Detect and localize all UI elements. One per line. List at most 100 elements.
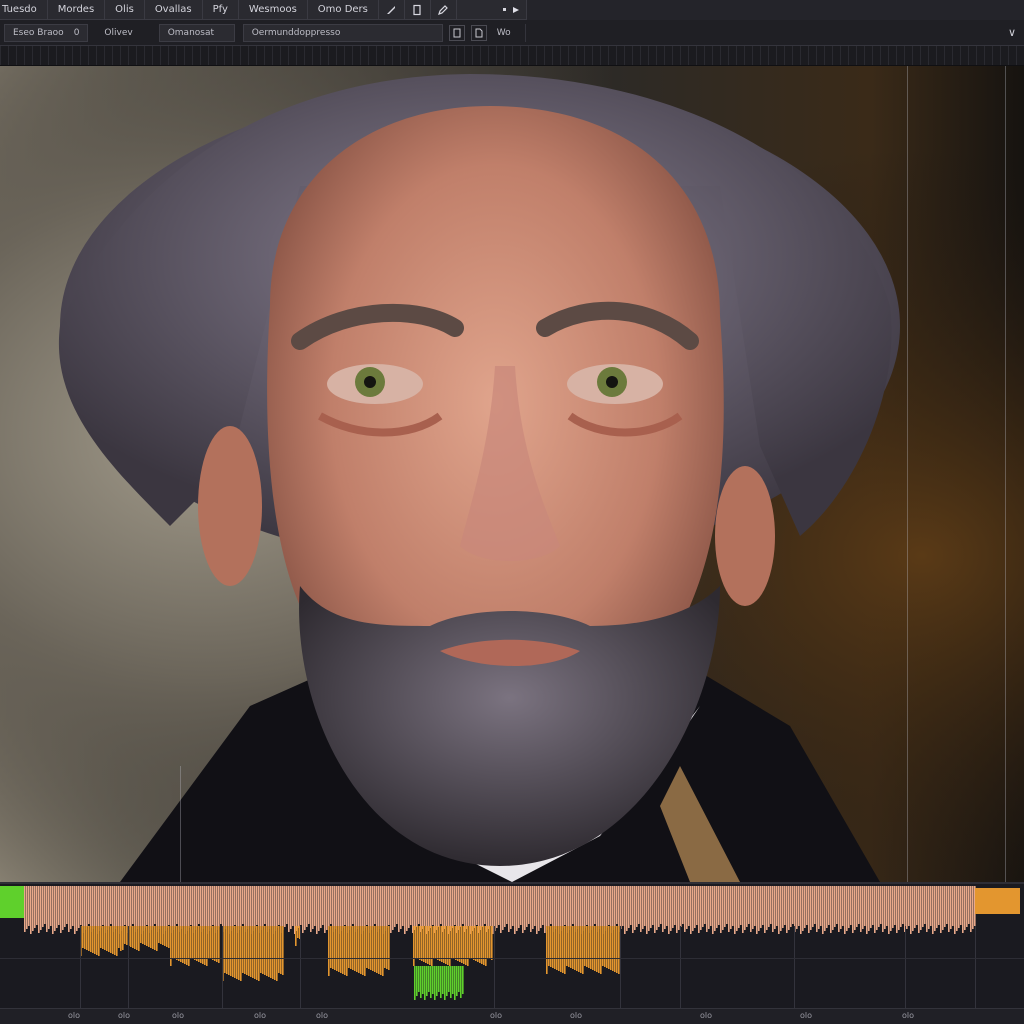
waveform-peak-bar bbox=[356, 886, 358, 929]
waveform-peak-bar bbox=[278, 886, 280, 925]
waveform-mid-bar bbox=[152, 926, 154, 949]
waveform-peak-bar bbox=[958, 886, 960, 928]
waveform-peak-bar bbox=[252, 886, 254, 931]
menu-item-5[interactable]: Pfy bbox=[203, 0, 239, 20]
waveform-peak-bar bbox=[956, 886, 958, 931]
menubar-filler bbox=[526, 0, 1024, 20]
waveform-peak-bar bbox=[336, 886, 338, 926]
waveform-peak-bar bbox=[568, 886, 570, 930]
waveform-peak-bar bbox=[332, 886, 334, 932]
waveform-peak-bar bbox=[346, 886, 348, 933]
menu-item-6[interactable]: Wesmoos bbox=[239, 0, 308, 20]
waveform-peak-bar bbox=[170, 886, 172, 933]
menu-item-4[interactable]: Ovallas bbox=[145, 0, 203, 20]
toolbar-field-3[interactable]: Omanosat bbox=[158, 23, 235, 42]
waveform-peak-bar bbox=[930, 886, 932, 926]
waveform-peak-bar bbox=[790, 886, 792, 927]
waveform-peak-bar bbox=[498, 886, 500, 925]
waveform-peak-bar bbox=[876, 886, 878, 930]
waveform-peak-bar bbox=[520, 886, 522, 925]
waveform-peak-bar bbox=[504, 886, 506, 927]
menu-item-3[interactable]: Olis bbox=[105, 0, 145, 20]
waveform-mid-bar bbox=[467, 926, 469, 966]
waveform-peak-bar bbox=[44, 886, 46, 924]
chevron-down-icon[interactable]: ∨ bbox=[1000, 20, 1024, 46]
waveform-peak-bar bbox=[248, 886, 250, 926]
frame-icon[interactable] bbox=[448, 24, 465, 41]
waveform-mid-bar bbox=[272, 926, 274, 979]
waveform-mid-bar bbox=[212, 926, 214, 960]
waveform-mid-bar bbox=[457, 926, 459, 961]
waveform-peak-bar bbox=[324, 886, 326, 933]
waveform-peak-bar bbox=[784, 886, 786, 925]
waveform-peak-bar bbox=[270, 886, 272, 926]
image-viewer[interactable] bbox=[0, 66, 1024, 882]
waveform-peak-bar bbox=[682, 886, 684, 924]
waveform-peak-bar bbox=[642, 886, 644, 929]
waveform-peak-bar bbox=[904, 886, 906, 932]
waveform-mid-bar bbox=[447, 926, 449, 965]
waveform-peak-bar bbox=[742, 886, 744, 933]
waveform-peak-bar bbox=[478, 886, 480, 933]
waveform-mid-bar bbox=[473, 926, 475, 960]
waveform-mid-bar bbox=[230, 926, 232, 976]
waveform-peak-bar bbox=[196, 886, 198, 927]
waveform-peak-bar bbox=[750, 886, 752, 932]
waveform-peak-bar bbox=[292, 886, 294, 926]
waveform-mid-bar bbox=[110, 926, 112, 953]
waveform-peak-bar bbox=[90, 886, 92, 932]
waveform-peak-bar bbox=[868, 886, 870, 931]
waveform-peak-bar bbox=[132, 886, 134, 924]
waveform-peak-bar bbox=[246, 886, 248, 929]
toolbar-field-1-suffix: 0 bbox=[73, 27, 80, 38]
toolbar-icon-label[interactable]: Wo bbox=[491, 28, 517, 38]
waveform-mid-bar bbox=[342, 926, 344, 974]
waveform-peak-bar bbox=[192, 886, 194, 933]
waveform-timeline[interactable] bbox=[0, 882, 1024, 1010]
waveform-peak-bar bbox=[644, 886, 646, 926]
waveform-peak-bar bbox=[726, 886, 728, 924]
waveform-peak-bar bbox=[124, 886, 126, 925]
waveform-peak-bar bbox=[972, 886, 974, 929]
waveform-peak-bar bbox=[64, 886, 66, 927]
waveform-peak-bar bbox=[676, 886, 678, 933]
waveform-mid-bar bbox=[88, 926, 90, 951]
waveform-peak-bar bbox=[442, 886, 444, 932]
waveform-peak-bar bbox=[352, 886, 354, 924]
waveform-mid-bar bbox=[364, 926, 366, 976]
brush-icon[interactable] bbox=[379, 0, 405, 20]
timeline-tick-label: olo bbox=[316, 1011, 329, 1020]
waveform-peak-bar bbox=[464, 886, 466, 932]
menu-item-7[interactable]: Omo Ders bbox=[308, 0, 379, 20]
toolbar-label-2[interactable]: Olivev bbox=[98, 28, 138, 38]
menu-item-2[interactable]: Mordes bbox=[48, 0, 106, 20]
waveform-mid-bar bbox=[380, 926, 382, 975]
vertical-guide-3 bbox=[1005, 66, 1006, 882]
waveform-mid-bar bbox=[94, 926, 96, 954]
toolbar-field-4[interactable]: Oermunddoppresso bbox=[242, 23, 443, 42]
waveform-peak-bar bbox=[710, 886, 712, 926]
waveform-peak-bar bbox=[182, 886, 184, 926]
waveform-peak-bar bbox=[718, 886, 720, 925]
waveform-mid-bar bbox=[568, 926, 570, 967]
toolbar-field-1[interactable]: Eseo Braoo 0 bbox=[4, 23, 89, 42]
timeline-tick-label: olo bbox=[68, 1011, 81, 1020]
waveform-peak-bar bbox=[560, 886, 562, 931]
pen-icon[interactable] bbox=[431, 0, 457, 20]
waveform-mid-bar bbox=[610, 926, 612, 970]
waveform-peak-bar bbox=[116, 886, 118, 926]
page-icon[interactable] bbox=[405, 0, 431, 20]
waveform-mid-bar bbox=[415, 926, 417, 958]
waveform-peak-bar bbox=[396, 886, 398, 924]
menu-item-1[interactable]: Tuesdo bbox=[0, 0, 48, 20]
timeline-tick-label: olo bbox=[700, 1011, 713, 1020]
waveform-peak-bar bbox=[620, 886, 622, 929]
waveform-peak-bar bbox=[888, 886, 890, 934]
waveform-peak-bar bbox=[856, 886, 858, 927]
waveform-peak-bar bbox=[244, 886, 246, 932]
waveform-peak-bar bbox=[786, 886, 788, 933]
waveform-peak-bar bbox=[704, 886, 706, 924]
document-icon[interactable] bbox=[470, 24, 487, 41]
waveform-peak-bar bbox=[758, 886, 760, 931]
waveform-green-bar bbox=[456, 966, 458, 996]
